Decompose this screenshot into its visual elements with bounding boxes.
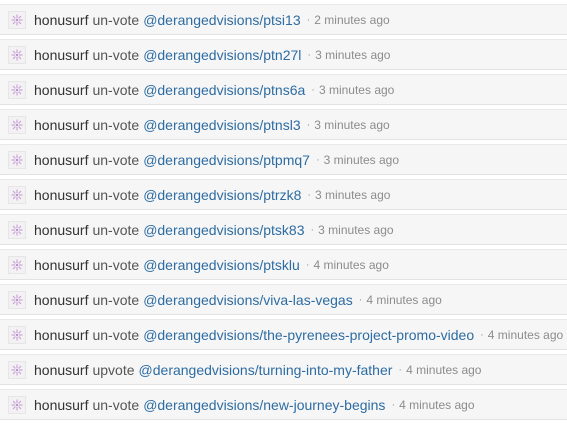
activity-list: honusurf un-vote @derangedvisions/ptsi13…: [0, 4, 567, 420]
vote-action-label: un-vote: [92, 151, 140, 168]
timestamp: 3 minutes ago: [315, 47, 391, 62]
post-link[interactable]: @derangedvisions/ptsklu: [143, 257, 300, 273]
activity-feed: honusurf un-vote @derangedvisions/ptsi13…: [0, 0, 567, 425]
timestamp: 3 minutes ago: [315, 187, 391, 202]
vote-action-label: un-vote: [92, 291, 140, 308]
post-link[interactable]: @derangedvisions/ptrzk8: [143, 187, 301, 203]
activity-row-5: honusurf un-vote @derangedvisions/ptpmq7…: [0, 144, 567, 175]
activity-row-10: honusurf un-vote @derangedvisions/the-py…: [0, 319, 567, 350]
username-link[interactable]: honusurf: [34, 362, 88, 378]
separator-dot: ·: [307, 48, 312, 61]
separator-dot: ·: [305, 258, 310, 271]
avatar-pattern: [11, 224, 23, 235]
avatar-pattern: [11, 154, 23, 165]
user-avatar-icon[interactable]: [8, 220, 26, 239]
avatar-pattern: [11, 84, 23, 95]
activity-row-12: honusurf un-vote @derangedvisions/new-jo…: [0, 389, 567, 420]
post-link[interactable]: @derangedvisions/ptn27l: [143, 47, 301, 63]
user-avatar-icon[interactable]: [8, 45, 26, 64]
username-link[interactable]: honusurf: [34, 82, 88, 98]
separator-dot: ·: [315, 153, 320, 166]
activity-row-4: honusurf un-vote @derangedvisions/ptnsl3…: [0, 109, 567, 140]
user-avatar-icon[interactable]: [8, 185, 26, 204]
vote-action-label: un-vote: [92, 11, 140, 28]
avatar-pattern: [11, 294, 23, 305]
post-link[interactable]: @derangedvisions/the-pyrenees-project-pr…: [143, 327, 474, 343]
separator-dot: ·: [358, 293, 363, 306]
timestamp: 3 minutes ago: [314, 117, 390, 132]
timestamp: 3 minutes ago: [323, 152, 400, 167]
post-link[interactable]: @derangedvisions/ptsi13: [143, 12, 300, 28]
vote-action-label: un-vote: [92, 256, 140, 273]
username-link[interactable]: honusurf: [34, 187, 88, 203]
user-avatar-icon[interactable]: [8, 115, 26, 134]
vote-action-label: un-vote: [92, 116, 140, 133]
timestamp: 4 minutes ago: [399, 397, 475, 412]
timestamp: 3 minutes ago: [318, 82, 395, 97]
activity-row-9: honusurf un-vote @derangedvisions/viva-l…: [0, 284, 567, 315]
username-link[interactable]: honusurf: [34, 12, 88, 28]
vote-action-label: un-vote: [92, 46, 140, 63]
separator-dot: ·: [398, 363, 403, 376]
separator-dot: ·: [310, 223, 315, 236]
user-avatar-icon[interactable]: [8, 360, 26, 379]
username-link[interactable]: honusurf: [34, 152, 88, 168]
vote-action-label: un-vote: [92, 396, 140, 413]
username-link[interactable]: honusurf: [34, 47, 88, 63]
vote-action-label: un-vote: [92, 186, 140, 203]
timestamp: 4 minutes ago: [406, 362, 482, 377]
user-avatar-icon[interactable]: [8, 150, 26, 169]
avatar-pattern: [11, 399, 23, 410]
activity-row-11: honusurf upvote @derangedvisions/turning…: [0, 354, 567, 385]
user-avatar-icon[interactable]: [8, 80, 26, 99]
avatar-pattern: [11, 49, 23, 60]
user-avatar-icon[interactable]: [8, 10, 26, 29]
separator-dot: ·: [307, 188, 312, 201]
timestamp: 4 minutes ago: [366, 292, 442, 307]
activity-row-2: honusurf un-vote @derangedvisions/ptn27l…: [0, 39, 567, 70]
post-link[interactable]: @derangedvisions/viva-las-vegas: [143, 292, 353, 308]
activity-row-7: honusurf un-vote @derangedvisions/ptsk83…: [0, 214, 567, 245]
activity-row-3: honusurf un-vote @derangedvisions/ptns6a…: [0, 74, 567, 105]
user-avatar-icon[interactable]: [8, 290, 26, 309]
post-link[interactable]: @derangedvisions/new-journey-begins: [143, 397, 385, 413]
activity-row-8: honusurf un-vote @derangedvisions/ptsklu…: [0, 249, 567, 280]
user-avatar-icon[interactable]: [8, 395, 26, 414]
user-avatar-icon[interactable]: [8, 255, 26, 274]
timestamp: 2 minutes ago: [314, 12, 390, 27]
separator-dot: ·: [306, 13, 311, 26]
avatar-pattern: [11, 14, 23, 25]
username-link[interactable]: honusurf: [34, 292, 88, 308]
username-link[interactable]: honusurf: [34, 327, 88, 343]
avatar-pattern: [11, 189, 23, 200]
avatar-pattern: [11, 364, 23, 375]
post-link[interactable]: @derangedvisions/ptsk83: [143, 222, 304, 238]
username-link[interactable]: honusurf: [34, 397, 88, 413]
vote-action-label: un-vote: [92, 221, 140, 238]
vote-action-label: un-vote: [92, 326, 140, 343]
username-link[interactable]: honusurf: [34, 222, 88, 238]
avatar-pattern: [11, 119, 23, 130]
avatar-pattern: [11, 329, 23, 340]
post-link[interactable]: @derangedvisions/ptns6a: [143, 82, 305, 98]
vote-action-label: upvote: [92, 361, 135, 378]
user-avatar-icon[interactable]: [8, 325, 26, 344]
avatar-pattern: [11, 259, 23, 270]
activity-row-1: honusurf un-vote @derangedvisions/ptsi13…: [0, 4, 567, 35]
vote-action-label: un-vote: [92, 81, 140, 98]
post-link[interactable]: @derangedvisions/ptpmq7: [143, 152, 310, 168]
activity-row-6: honusurf un-vote @derangedvisions/ptrzk8…: [0, 179, 567, 210]
post-link[interactable]: @derangedvisions/ptnsl3: [143, 117, 300, 133]
separator-dot: ·: [391, 398, 396, 411]
separator-dot: ·: [480, 328, 484, 341]
timestamp: 4 minutes ago: [313, 257, 389, 272]
username-link[interactable]: honusurf: [34, 257, 88, 273]
timestamp: 4 minutes ago: [487, 327, 564, 342]
separator-dot: ·: [306, 118, 311, 131]
username-link[interactable]: honusurf: [34, 117, 88, 133]
timestamp: 3 minutes ago: [318, 222, 394, 237]
post-link[interactable]: @derangedvisions/turning-into-my-father: [139, 362, 393, 378]
separator-dot: ·: [311, 83, 315, 96]
